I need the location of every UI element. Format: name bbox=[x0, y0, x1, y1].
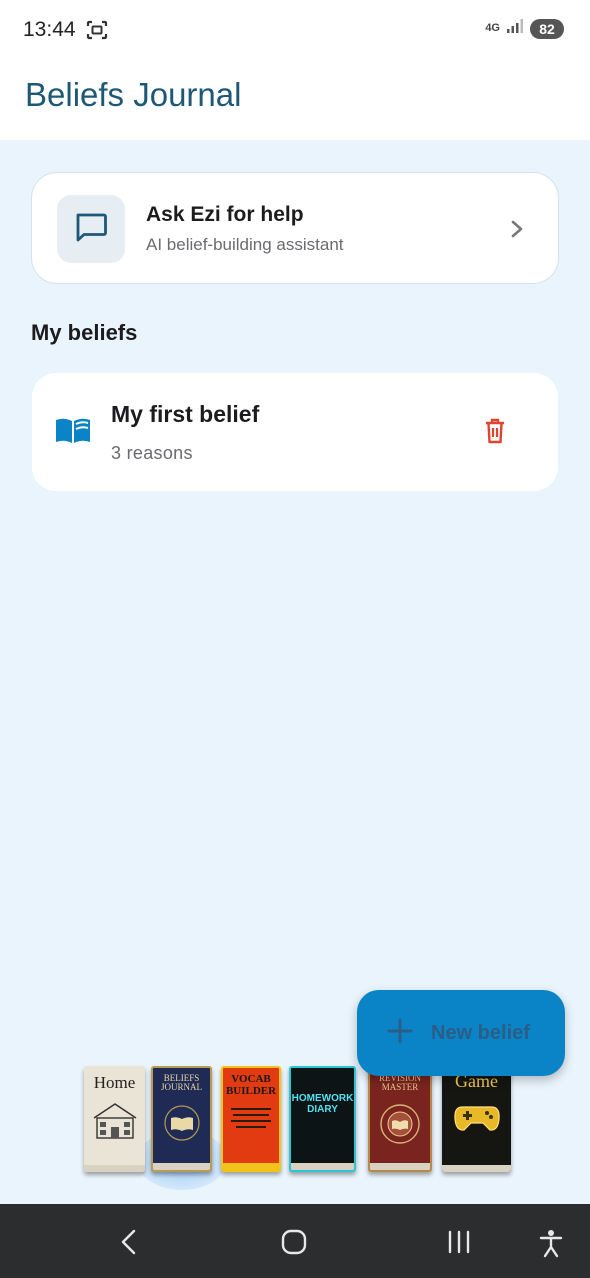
back-icon[interactable] bbox=[118, 1228, 140, 1261]
chat-bubble-icon bbox=[74, 211, 108, 248]
book-revision-label: REVISION MASTER bbox=[379, 1073, 421, 1093]
book-pages bbox=[84, 1165, 145, 1172]
screenshot-icon bbox=[86, 20, 108, 45]
belief-title: My first belief bbox=[111, 401, 260, 427]
status-right: 4G 82 bbox=[485, 18, 564, 39]
text-lines-icon bbox=[228, 1105, 274, 1140]
book-vocab-label: VOCAB BUILDER bbox=[225, 1073, 277, 1097]
book-game[interactable]: Game bbox=[442, 1066, 511, 1172]
book-home[interactable]: Home bbox=[84, 1066, 145, 1172]
delete-icon[interactable] bbox=[484, 418, 506, 449]
new-belief-button[interactable]: New belief bbox=[357, 990, 565, 1076]
ask-ezi-card[interactable]: Ask Ezi for help AI belief-building assi… bbox=[31, 172, 559, 284]
system-nav-bar bbox=[0, 1204, 590, 1278]
book-pages bbox=[153, 1163, 210, 1170]
book-homework-diary[interactable]: HOMEWORK DIARY bbox=[289, 1066, 356, 1172]
house-icon bbox=[90, 1100, 140, 1147]
belief-reason-count: 3 reasons bbox=[111, 443, 193, 463]
network-label: 4G bbox=[485, 22, 500, 34]
belief-card[interactable]: My first belief 3 reasons bbox=[32, 373, 558, 491]
accessibility-icon[interactable] bbox=[538, 1228, 564, 1263]
book-revision-master[interactable]: REVISION MASTER bbox=[368, 1066, 432, 1172]
book-pages bbox=[291, 1163, 354, 1170]
book-homework-label: HOMEWORK DIARY bbox=[291, 1093, 354, 1115]
gamepad-icon bbox=[452, 1099, 502, 1140]
recents-icon[interactable] bbox=[446, 1228, 472, 1261]
page-title: Beliefs Journal bbox=[25, 76, 242, 113]
my-beliefs-heading: My beliefs bbox=[31, 320, 138, 345]
chevron-right-icon bbox=[510, 219, 524, 244]
book-seal-icon bbox=[377, 1101, 423, 1152]
new-belief-label: New belief bbox=[431, 1021, 530, 1044]
bookshelf-nav: Home BELIEFS JOURNAL VOCAB BUILDER HOMEW… bbox=[82, 1060, 517, 1190]
book-vocab-builder[interactable]: VOCAB BUILDER bbox=[221, 1066, 281, 1172]
book-beliefs-label: BELIEFS JOURNAL bbox=[160, 1073, 202, 1093]
book-beliefs-journal[interactable]: BELIEFS JOURNAL bbox=[151, 1066, 212, 1172]
ask-ezi-subtitle: AI belief-building assistant bbox=[146, 235, 344, 254]
help-icon-container bbox=[57, 195, 125, 263]
book-home-label: Home bbox=[93, 1073, 136, 1092]
status-time: 13:44 bbox=[23, 18, 76, 41]
app-header: Beliefs Journal bbox=[0, 60, 590, 140]
ask-ezi-title: Ask Ezi for help bbox=[146, 203, 304, 226]
book-pages bbox=[223, 1163, 279, 1170]
status-bar: 13:44 4G 82 bbox=[0, 0, 590, 60]
home-icon[interactable] bbox=[280, 1228, 308, 1261]
book-emblem-icon bbox=[162, 1103, 202, 1148]
book-pages bbox=[370, 1163, 430, 1170]
battery-indicator: 82 bbox=[530, 18, 564, 39]
book-pages bbox=[442, 1165, 511, 1172]
signal-icon bbox=[506, 18, 524, 39]
open-book-icon bbox=[54, 415, 92, 450]
plus-icon bbox=[387, 1018, 413, 1049]
